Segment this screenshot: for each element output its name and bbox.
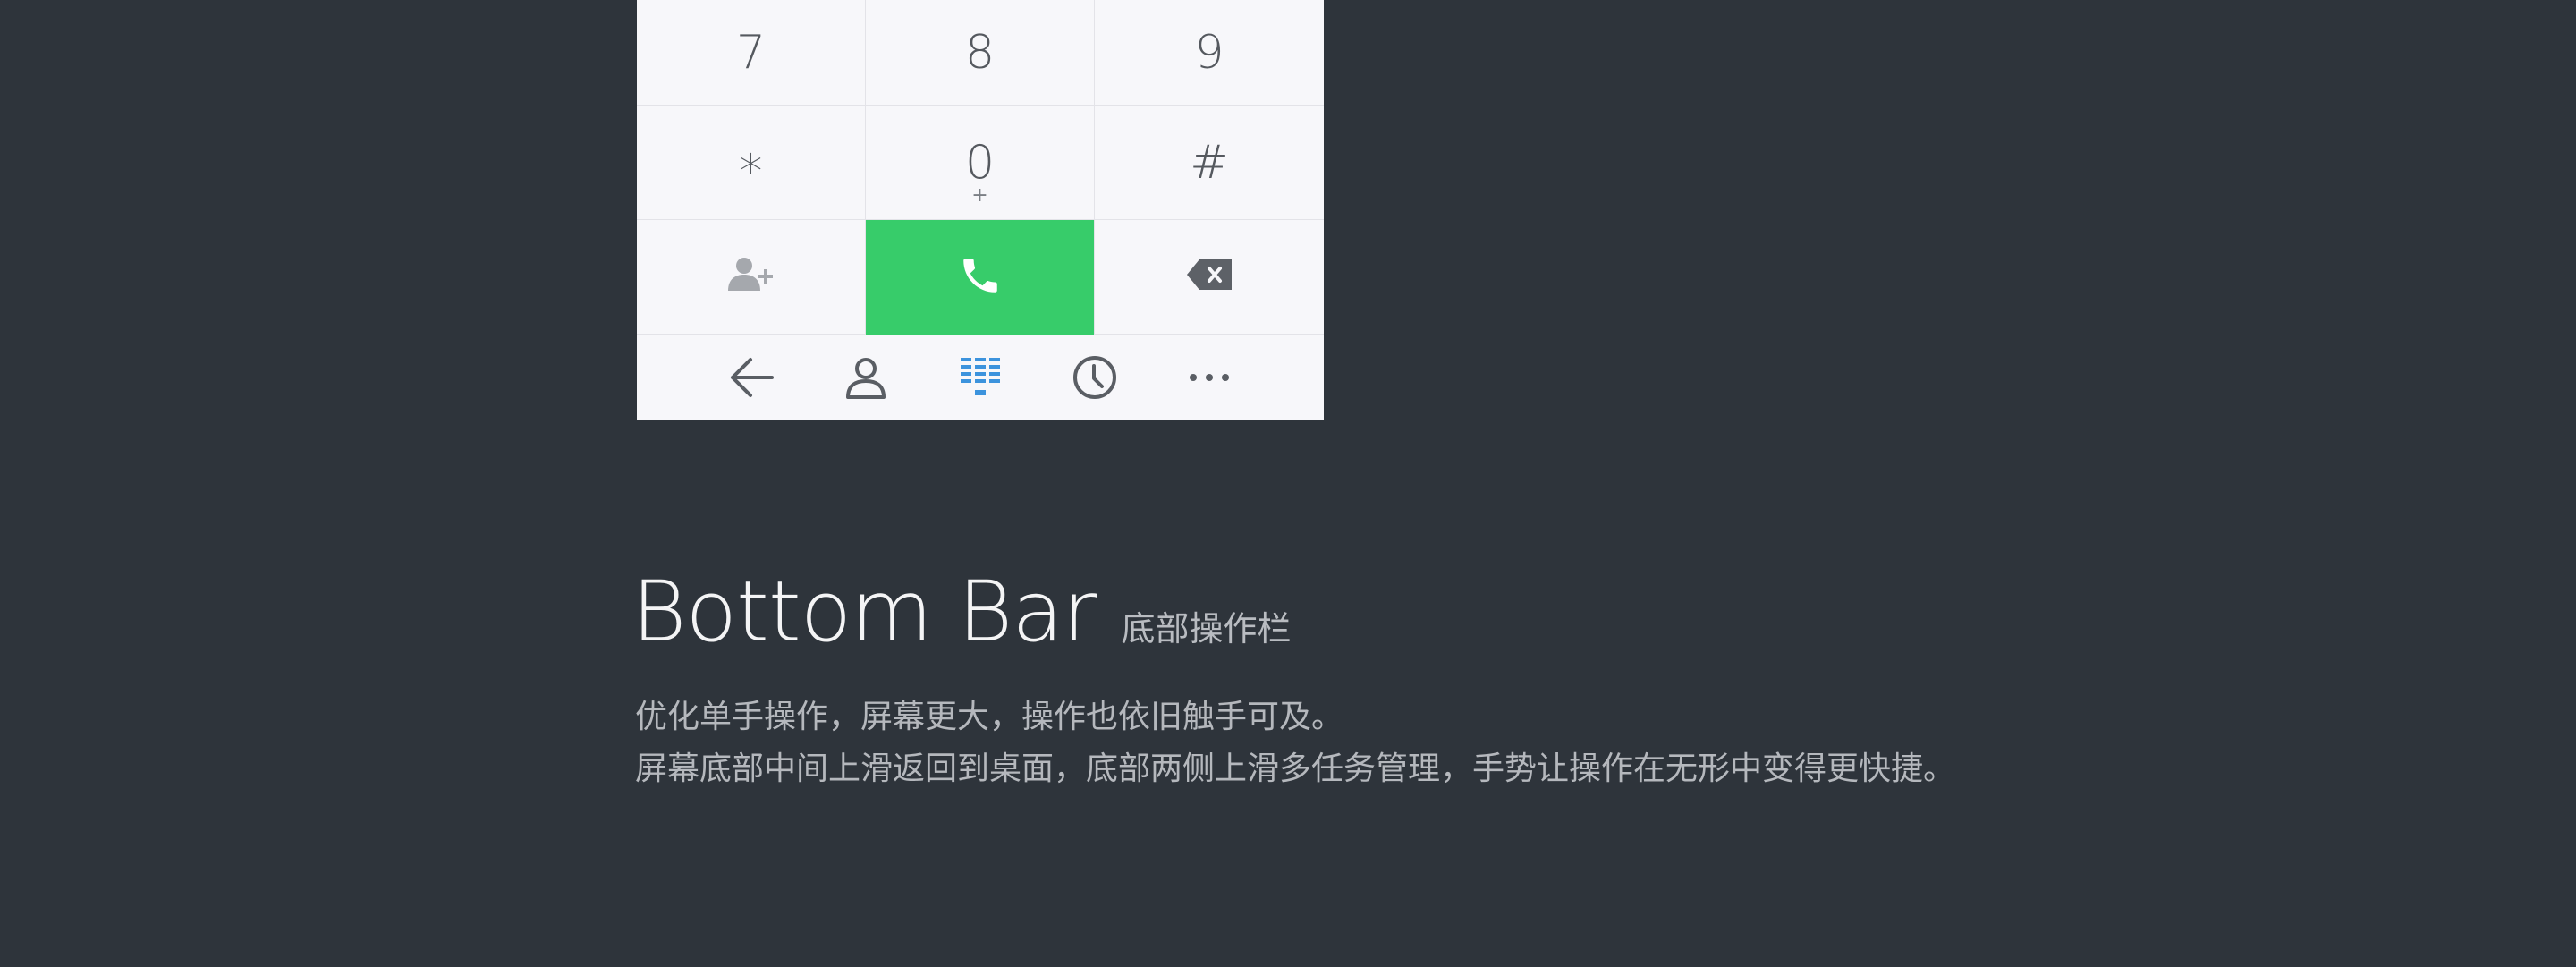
backspace-icon: [1187, 259, 1232, 294]
add-contact-button[interactable]: [637, 220, 866, 335]
key-star[interactable]: ∗: [637, 106, 866, 220]
key-0[interactable]: 0 +: [866, 106, 1095, 220]
dialpad-icon[interactable]: [953, 351, 1007, 404]
more-icon[interactable]: [1182, 351, 1236, 404]
section-heading: Bottom Bar 底部操作栏: [631, 564, 1292, 662]
dialer-panel: 7 8 9 ∗ 0 + #: [637, 0, 1324, 420]
key-digit: #: [1190, 135, 1229, 190]
key-digit: ∗: [736, 135, 766, 190]
section-title: Bottom Bar: [631, 564, 1097, 661]
key-hash[interactable]: #: [1095, 106, 1324, 220]
key-digit: 0: [964, 135, 996, 190]
recent-calls-icon[interactable]: [1068, 351, 1122, 404]
delete-button[interactable]: [1095, 220, 1324, 335]
keypad: 7 8 9 ∗ 0 + #: [637, 0, 1324, 335]
description-line-2: 屏幕底部中间上滑返回到桌面，底部两侧上滑多任务管理，手势让操作在无形中变得更快捷…: [635, 751, 1956, 787]
call-button[interactable]: [866, 220, 1095, 335]
back-arrow-icon[interactable]: [724, 351, 778, 404]
key-9[interactable]: 9: [1095, 0, 1324, 106]
key-digit: 9: [1194, 25, 1224, 80]
contacts-icon[interactable]: [839, 351, 893, 404]
key-7[interactable]: 7: [637, 0, 866, 106]
description-line-1: 优化单手操作，屏幕更大，操作也依旧触手可及。: [635, 699, 1344, 735]
bottom-bar: [637, 335, 1324, 420]
key-8[interactable]: 8: [866, 0, 1095, 106]
key-sub-label: +: [971, 184, 988, 207]
phone-icon: [958, 253, 1003, 302]
key-digit: 7: [735, 25, 767, 80]
key-digit: 8: [964, 25, 996, 80]
add-contact-icon: [727, 255, 775, 299]
section-subtitle: 底部操作栏: [1121, 609, 1292, 649]
